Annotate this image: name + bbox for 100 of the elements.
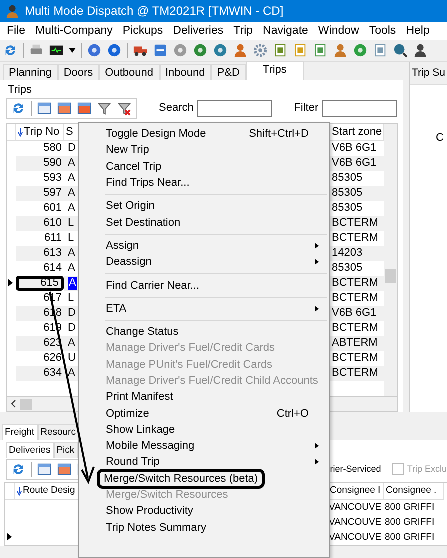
table-cell: 85305 xyxy=(330,186,384,201)
panel-title: Trip Su xyxy=(410,62,447,85)
scroll-left-icon[interactable] xyxy=(11,400,16,408)
menu-item[interactable]: Navigate xyxy=(258,25,314,37)
shortcut-text: Shift+Ctrl+D xyxy=(249,128,310,140)
menu-item[interactable]: Pickups xyxy=(118,25,168,37)
search-label: Search xyxy=(159,102,194,114)
menu-item[interactable]: Print Manifest xyxy=(81,389,327,406)
window-icon[interactable] xyxy=(153,43,168,58)
group-title: Trips xyxy=(7,84,34,96)
tab[interactable]: Planning xyxy=(3,64,58,80)
menu-item[interactable]: Show Linkage xyxy=(81,422,327,438)
window-icon[interactable] xyxy=(37,100,52,116)
menu-item-label: ETA xyxy=(106,302,127,315)
menu-item-label: Deassign xyxy=(106,256,152,268)
menu-item-label: Optimize xyxy=(106,408,150,420)
menu-item-label: Cancel Trip xyxy=(106,160,162,173)
panel-text: C xyxy=(436,132,444,144)
window-icon[interactable] xyxy=(37,462,52,476)
split-window-icon[interactable] xyxy=(57,462,72,476)
sort-arrow-icon xyxy=(18,128,23,136)
menu-item[interactable]: Set Destination xyxy=(81,214,327,231)
menu-item[interactable]: Deliveries xyxy=(168,25,229,37)
menu-item-label: Merge/Switch Resources xyxy=(106,489,228,502)
menu-item[interactable]: Tools xyxy=(364,25,402,37)
tab[interactable]: Freight xyxy=(2,424,38,440)
ball-icon[interactable] xyxy=(173,43,188,58)
menu-item[interactable]: Trip xyxy=(228,25,258,37)
table-cell: 634 xyxy=(16,366,64,381)
menu-item[interactable]: Assign xyxy=(81,238,327,254)
tab[interactable]: Outbound xyxy=(99,64,160,80)
split-window-icon[interactable] xyxy=(57,100,72,116)
menu-item-label: Merge/Switch Resources (beta) xyxy=(100,472,262,486)
menu-item[interactable]: Window xyxy=(313,25,364,37)
tab[interactable]: Trips xyxy=(246,61,304,80)
menu-item[interactable]: ETA xyxy=(81,300,327,317)
menu-item[interactable]: Find Carrier Near... xyxy=(81,277,327,294)
table-cell: V6B 6G1 xyxy=(330,306,384,321)
column-header-text: Route Desig xyxy=(23,484,76,498)
column-header-text: Trip No xyxy=(24,125,60,140)
menu-item[interactable]: Deassign xyxy=(81,254,327,270)
tab[interactable]: Deliveries xyxy=(6,442,54,458)
monitor-icon[interactable] xyxy=(49,43,64,58)
menu-item-label: Change Status xyxy=(106,326,179,338)
tab[interactable]: Doors xyxy=(58,64,100,80)
menu-item[interactable]: File xyxy=(2,25,31,37)
shortcut-text: Ctrl+O xyxy=(276,408,310,420)
menu-item-label: Toggle Design Mode xyxy=(106,128,206,140)
menu-item[interactable]: Optimize Ctrl+O xyxy=(81,405,327,422)
person-icon[interactable] xyxy=(413,43,428,58)
window-icon[interactable] xyxy=(77,100,92,116)
table-cell: 14203 xyxy=(330,246,384,261)
person-icon xyxy=(5,4,20,18)
refresh-icon[interactable] xyxy=(11,462,26,476)
vertical-scrollbar[interactable] xyxy=(384,124,397,396)
menu-item-label: Show Productivity xyxy=(106,505,194,518)
table-cell: 597 xyxy=(16,186,64,201)
menu-item[interactable]: Merge/Switch Resources (beta) xyxy=(81,470,327,487)
menu-item[interactable]: Trip Notes Summary xyxy=(81,520,327,536)
sort-arrow-icon xyxy=(17,486,22,496)
menu-item[interactable]: Mobile Messaging xyxy=(81,438,327,454)
clear-filter-icon[interactable] xyxy=(117,100,132,116)
menu-item[interactable]: Toggle Design Mode Shift+Ctrl+D xyxy=(81,126,327,142)
menu-item[interactable]: Round Trip xyxy=(81,454,327,471)
table-cell: BCTERM xyxy=(330,366,384,381)
tab[interactable]: Pick xyxy=(54,442,78,458)
table-cell: BCTERM xyxy=(330,216,384,231)
table-cell: 613 xyxy=(16,246,64,261)
refresh-icon[interactable] xyxy=(11,100,26,116)
filter-label: Filter xyxy=(294,102,319,114)
menu-item-label: Show Linkage xyxy=(106,424,176,436)
filter-field[interactable] xyxy=(322,100,397,116)
scrollbar-thumb[interactable] xyxy=(20,398,32,410)
refresh-icon[interactable] xyxy=(3,43,18,58)
tab[interactable]: Resourc xyxy=(38,424,79,440)
search-field[interactable] xyxy=(196,100,272,116)
table-cell: 610 xyxy=(16,216,64,231)
menu-item[interactable]: New Trip xyxy=(81,142,327,159)
table-cell: 590 xyxy=(16,156,64,171)
tab[interactable]: P&D xyxy=(211,64,246,80)
gear-icon[interactable] xyxy=(253,43,268,58)
menu-item-label: New Trip xyxy=(106,144,150,156)
menu-item-label: Mobile Messaging xyxy=(106,440,195,452)
menu-item-label: Set Origin xyxy=(106,200,155,212)
checkbox[interactable]: rier-Serviced xyxy=(330,464,382,474)
menu-item-label: Print Manifest xyxy=(106,391,174,404)
scrollbar-thumb[interactable] xyxy=(385,269,396,283)
menu-item-label: Round Trip xyxy=(106,456,160,468)
menu-item-label: Assign xyxy=(106,240,140,252)
menu-item[interactable]: Set Origin xyxy=(81,198,327,214)
tab[interactable]: Inbound xyxy=(160,64,212,80)
menu-item[interactable]: Multi-Company xyxy=(30,25,118,37)
menu-item-label: Trip Notes Summary xyxy=(106,522,206,534)
menu-item[interactable]: Show Productivity xyxy=(81,503,327,520)
menu-item[interactable]: Help xyxy=(401,25,435,37)
table-cell: BCTERM xyxy=(330,276,384,291)
filter-icon[interactable] xyxy=(97,100,112,116)
caret-icon[interactable] xyxy=(69,48,76,53)
table-cell: V6B 6G1 xyxy=(330,156,384,171)
window-title: Multi Mode Dispatch @ TM2021R [TMWIN - CD] xyxy=(25,4,284,18)
